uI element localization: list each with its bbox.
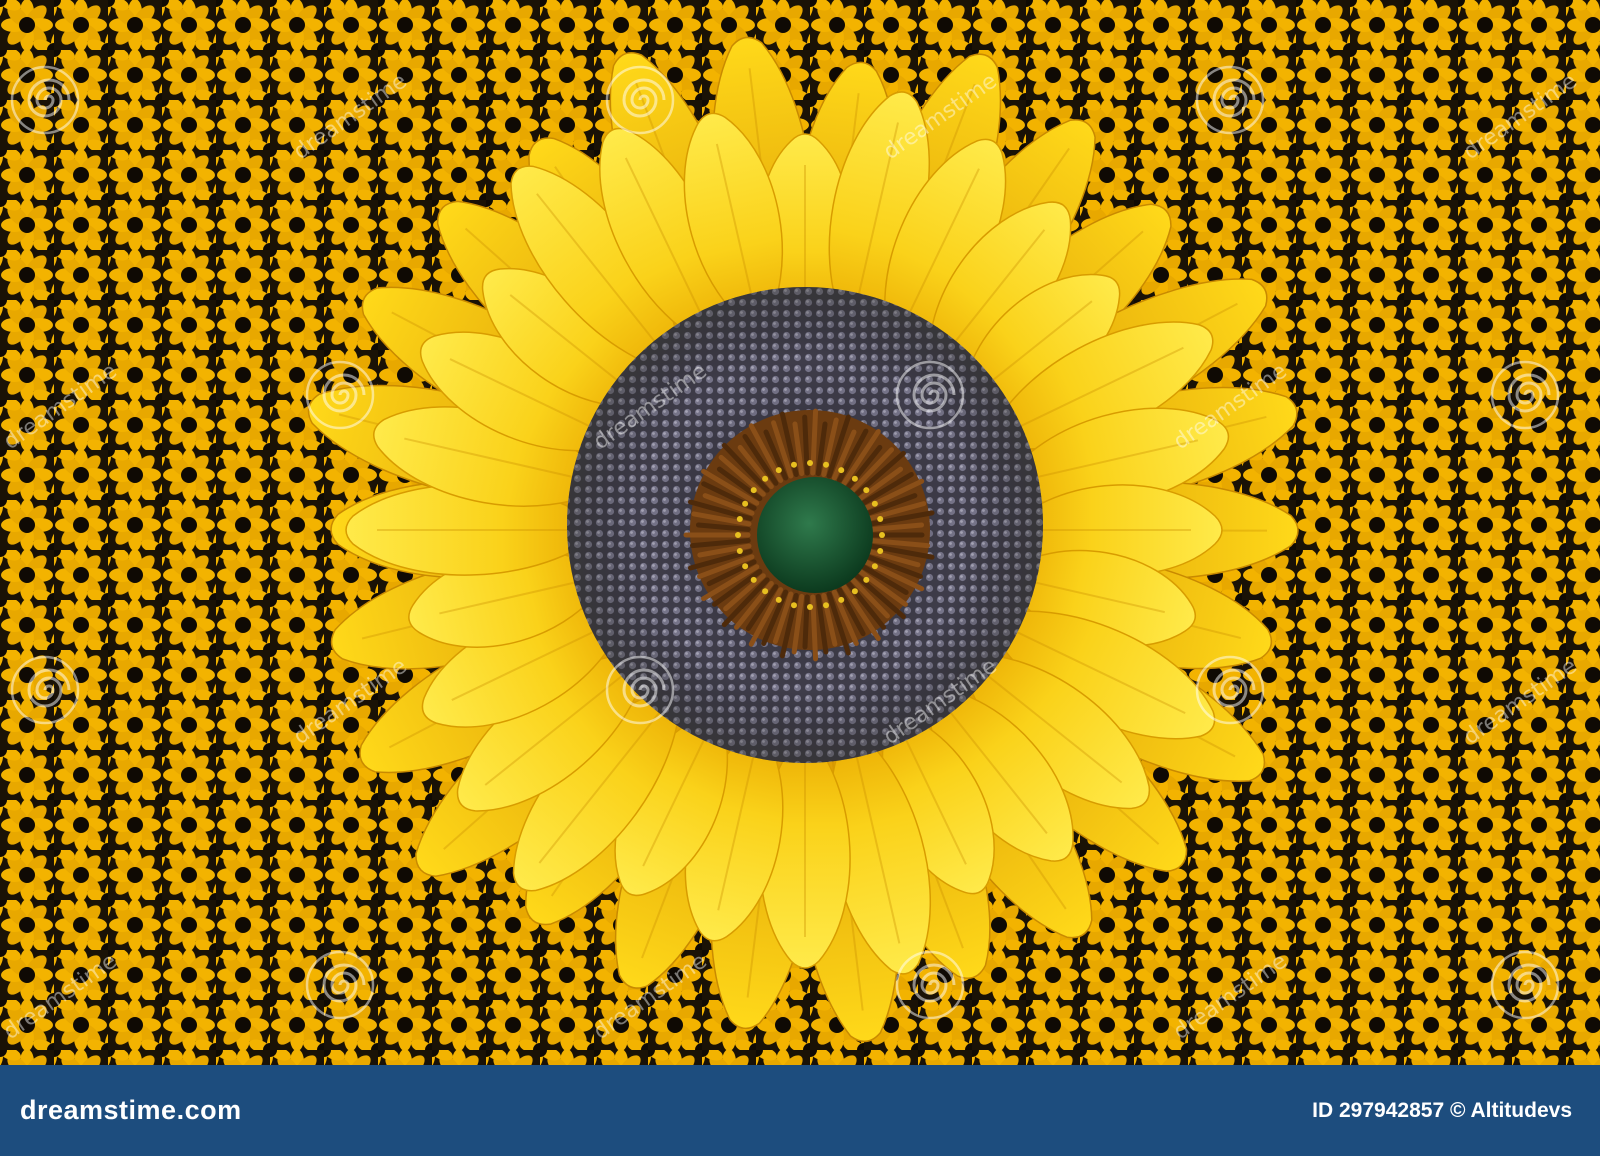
image-stage: dreamstime dreamstime dreamstime dreamstime… [0, 0, 1600, 1156]
footer-brand[interactable]: dreamstime.com [20, 1095, 242, 1126]
green-center [757, 477, 873, 593]
footer-bar: dreamstime.com ID 297942857 © Altitudevs [0, 1065, 1600, 1156]
sunflower-photo: dreamstime dreamstime dreamstimedreamstime… [0, 0, 1600, 1065]
image-id-credit: ID 297942857 © Altitudevs [1312, 1098, 1572, 1122]
